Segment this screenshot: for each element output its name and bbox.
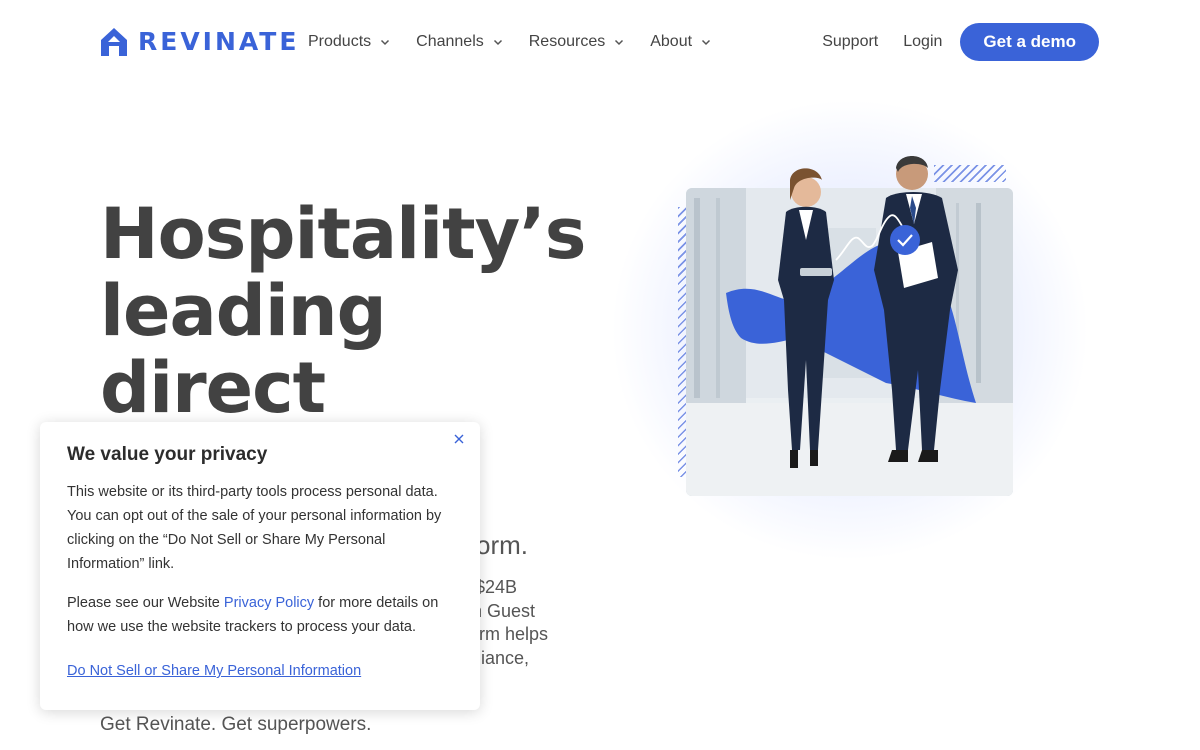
hero-tagline: Get Revinate. Get superpowers. [100,714,372,735]
nav-about-label: About [650,33,693,50]
chevron-down-icon [381,39,390,46]
nav-channels[interactable]: Channels [416,30,503,54]
chevron-down-icon [702,39,711,46]
support-link[interactable]: Support [822,33,878,51]
policy-text-prefix: Please see our Website [67,595,224,611]
nav-about[interactable]: About [650,30,711,54]
login-link[interactable]: Login [903,33,942,51]
hero-title-line: Hospitality’s [100,193,586,275]
privacy-dialog-policy-text: Please see our Website Privacy Policy fo… [67,591,453,639]
revinate-logo[interactable]: REVINATE [100,26,299,58]
privacy-dialog-text: This website or its third-party tools pr… [67,484,442,572]
do-not-sell-link[interactable]: Do Not Sell or Share My Personal Informa… [67,659,361,683]
revinate-logo-mark-icon [101,28,127,56]
chevron-down-icon [493,39,502,46]
close-icon[interactable] [452,432,466,446]
people-illustration [778,156,958,468]
logo-wordmark: REVINATE [138,27,300,56]
nav-resources-label: Resources [528,33,606,50]
privacy-dialog-title: We value your privacy [67,444,268,465]
header-actions: Support Login Get a demo [822,23,1099,61]
nav-resources[interactable]: Resources [529,30,624,54]
nav-products-label: Products [308,33,372,50]
check-badge [890,225,920,255]
privacy-consent-dialog: We value your privacy This website or it… [40,422,480,710]
main-nav: Products Channels Resources About [308,30,711,54]
nav-channels-label: Channels [416,33,484,50]
chevron-down-icon [615,39,624,46]
privacy-policy-link[interactable]: Privacy Policy [224,595,314,611]
get-demo-button[interactable]: Get a demo [960,23,1099,61]
site-header: REVINATE Products Channels Resources Abo… [0,0,1200,84]
nav-products[interactable]: Products [308,30,390,54]
hero-subtitle-fragment: orm. [476,530,528,560]
hero-title-line: leading direct [100,270,387,429]
